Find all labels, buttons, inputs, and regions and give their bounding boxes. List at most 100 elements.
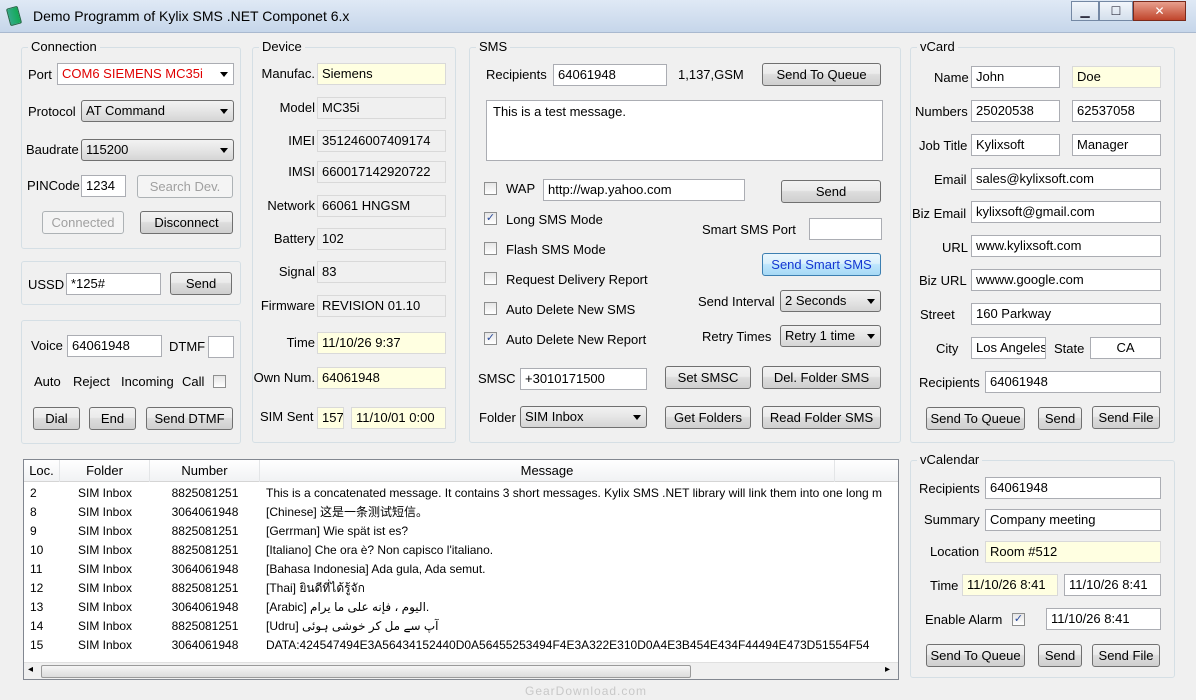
table-row[interactable]: 13 SIM Inbox 3064061948 [Arabic] اليوم ، فإ… (24, 598, 898, 617)
vcard-url-input[interactable]: www.kylixsoft.com (971, 235, 1161, 257)
voice-number-input[interactable]: 64061948 (67, 335, 162, 357)
vcard-last-name-input[interactable]: Doe (1072, 66, 1161, 88)
sms-send-to-queue-button[interactable]: Send To Queue (762, 63, 881, 86)
title-bar[interactable]: Demo Programm of Kylix SMS .NET Componet… (0, 0, 1196, 33)
vcal-location-input[interactable]: Room #512 (985, 541, 1161, 563)
column-header-message[interactable]: Message (260, 460, 835, 482)
auto-delete-sms-checkbox[interactable] (484, 302, 497, 315)
vcard-first-name-input[interactable]: John (971, 66, 1060, 88)
flash-sms-checkbox[interactable] (484, 242, 497, 255)
smart-port-input[interactable] (809, 218, 882, 240)
set-smsc-button[interactable]: Set SMSC (665, 366, 751, 389)
vcal-end-time-input[interactable]: 11/10/26 8:41 (1064, 574, 1161, 596)
vcard-biz-url-input[interactable]: wwww.google.com (971, 269, 1161, 291)
wap-send-button[interactable]: Send (781, 180, 881, 203)
device-label-0: Manufac. (261, 66, 315, 81)
vcard-state-input[interactable]: CA (1090, 337, 1161, 359)
vcal-recipients-input[interactable]: 64061948 (985, 477, 1161, 499)
ussd-send-button[interactable]: Send (170, 272, 232, 295)
scroll-right-icon[interactable]: ▸ (885, 664, 890, 675)
maximize-button[interactable]: ☐ (1099, 1, 1133, 21)
cell-message: [Gerrman] Wie spät ist es? (266, 524, 409, 538)
vcal-alarm-checkbox[interactable]: ✓ (1012, 613, 1025, 626)
table-row[interactable]: 10 SIM Inbox 8825081251 [Italiano] Che ora … (24, 541, 898, 560)
chevron-down-icon (220, 72, 228, 77)
table-row[interactable]: 15 SIM Inbox 3064061948 DATA:424547494E3A56… (24, 636, 898, 655)
wap-checkbox[interactable] (484, 182, 497, 195)
vcal-send-to-queue-button[interactable]: Send To Queue (926, 644, 1025, 667)
vcard-email-input[interactable]: sales@kylixsoft.com (971, 168, 1161, 190)
watermark: GearDownload.com (525, 684, 648, 698)
request-report-checkbox[interactable] (484, 272, 497, 285)
wap-url-input[interactable]: http://wap.yahoo.com (543, 179, 745, 201)
messages-list[interactable]: Loc. Folder Number Message 2 SIM Inbox 882… (23, 459, 899, 680)
vcard-company-input[interactable]: Kylixsoft (971, 134, 1060, 156)
retry-times-select[interactable]: Retry 1 time (780, 325, 881, 347)
vcal-location-label: Location (930, 544, 980, 559)
smart-port-label: Smart SMS Port (702, 222, 796, 237)
search-device-button[interactable]: Search Dev. (137, 175, 233, 198)
scroll-thumb[interactable] (41, 665, 691, 678)
folder-select[interactable]: SIM Inbox (520, 406, 647, 428)
vcard-send-file-button[interactable]: Send File (1092, 406, 1160, 429)
dial-button[interactable]: Dial (33, 407, 80, 430)
table-row[interactable]: 2 SIM Inbox 8825081251 This is a concatenat… (24, 484, 898, 503)
call-label: Call (182, 374, 205, 389)
long-sms-checkbox[interactable]: ✓ (484, 212, 497, 225)
vcard-number2-input[interactable]: 62537058 (1072, 100, 1161, 122)
vcal-start-time-input[interactable]: 11/10/26 8:41 (962, 574, 1058, 596)
device-label-4: Network (267, 198, 315, 213)
device-value-3: 660017142920722 (317, 161, 446, 183)
baudrate-select[interactable]: 115200 (81, 139, 234, 161)
auto-reject-checkbox[interactable] (213, 375, 226, 388)
del-folder-sms-button[interactable]: Del. Folder SMS (762, 366, 881, 389)
protocol-select[interactable]: AT Command (81, 100, 234, 122)
send-dtmf-button[interactable]: Send DTMF (146, 407, 233, 430)
minimize-button[interactable]: ▁ (1071, 1, 1099, 21)
table-row[interactable]: 8 SIM Inbox 3064061948 [Chinese] 这是一条测试短信。 (24, 503, 898, 522)
column-header-folder[interactable]: Folder (60, 460, 150, 482)
read-folder-sms-button[interactable]: Read Folder SMS (762, 406, 881, 429)
port-select[interactable]: COM6 SIEMENS MC35i (57, 63, 234, 85)
vcard-city-input[interactable]: Los Angeles (971, 337, 1046, 359)
table-row[interactable]: 11 SIM Inbox 3064061948 [Bahasa Indonesia] … (24, 560, 898, 579)
close-button[interactable]: ✕ (1133, 1, 1186, 21)
auto-delete-report-checkbox[interactable]: ✓ (484, 332, 497, 345)
pincode-input[interactable]: 1234 (81, 175, 126, 197)
vcal-summary-input[interactable]: Company meeting (985, 509, 1161, 531)
column-header-loc[interactable]: Loc. (24, 460, 60, 482)
column-header-number[interactable]: Number (150, 460, 260, 482)
sms-recipients-input[interactable]: 64061948 (553, 64, 667, 86)
vcard-send-to-queue-button[interactable]: Send To Queue (926, 407, 1025, 430)
vcal-send-button[interactable]: Send (1038, 644, 1082, 667)
request-report-label: Request Delivery Report (506, 272, 648, 287)
get-folders-button[interactable]: Get Folders (665, 406, 751, 429)
scroll-left-icon[interactable]: ◂ (28, 664, 33, 675)
table-row[interactable]: 12 SIM Inbox 8825081251 [Thai] ยินดีที่ได้ร… (24, 579, 898, 598)
vcard-recipients-input[interactable]: 64061948 (985, 371, 1161, 393)
horizontal-scrollbar[interactable]: ◂ ▸ (24, 662, 898, 679)
table-row[interactable]: 9 SIM Inbox 8825081251 [Gerrman] Wie spät i… (24, 522, 898, 541)
cell-folder: SIM Inbox (77, 505, 133, 519)
vcal-alarm-time-input[interactable]: 11/10/26 8:41 (1046, 608, 1161, 630)
end-button[interactable]: End (89, 407, 136, 430)
vcard-number1-input[interactable]: 25020538 (971, 100, 1060, 122)
vcard-title-input[interactable]: Manager (1072, 134, 1161, 156)
vcal-summary-label: Summary (924, 512, 980, 527)
ussd-input[interactable]: *125# (66, 273, 161, 295)
device-value-5: 102 (317, 228, 446, 250)
vcard-street-input[interactable]: 160 Parkway (971, 303, 1161, 325)
smsc-input[interactable]: +3010171500 (520, 368, 647, 390)
connected-button[interactable]: Connected (42, 211, 124, 234)
disconnect-button[interactable]: Disconnect (140, 211, 233, 234)
dtmf-input[interactable] (208, 336, 234, 358)
send-smart-sms-button[interactable]: Send Smart SMS (762, 253, 881, 276)
table-row[interactable]: 14 SIM Inbox 8825081251 [Udru] آپ سے مل کر … (24, 617, 898, 636)
auto-delete-sms-label: Auto Delete New SMS (506, 302, 636, 317)
send-interval-select[interactable]: 2 Seconds (780, 290, 881, 312)
vcard-biz-email-input[interactable]: kylixsoft@gmail.com (971, 201, 1161, 223)
device-label-8: Time (286, 335, 315, 350)
vcal-send-file-button[interactable]: Send File (1092, 644, 1160, 667)
sms-message-textarea[interactable]: This is a test message. (486, 100, 883, 161)
vcard-send-button[interactable]: Send (1038, 407, 1082, 430)
